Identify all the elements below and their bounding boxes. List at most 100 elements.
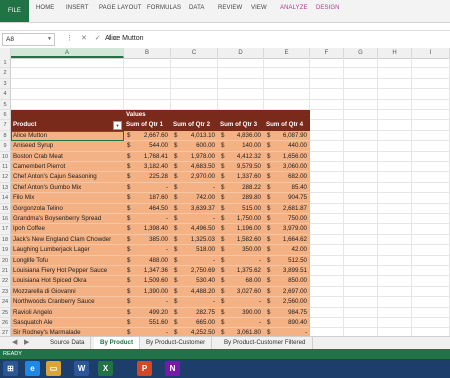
product-cell[interactable]: Northwoods Cranberry Sauce [11, 297, 124, 308]
cell[interactable] [171, 78, 218, 90]
value-cell[interactable]: $3,639.37 [171, 203, 218, 214]
cell[interactable] [344, 224, 378, 235]
value-cell[interactable]: $512.50 [264, 255, 310, 266]
sheet-tab-source-data[interactable]: Source Data [44, 337, 92, 349]
product-cell[interactable]: Aniseed Syrup [11, 141, 124, 152]
row-header[interactable]: 18 [0, 234, 11, 246]
product-cell[interactable]: Louisiana Fiery Hot Pepper Sauce [11, 266, 124, 277]
cell[interactable] [412, 328, 450, 336]
onenote-icon[interactable]: N [165, 361, 180, 376]
value-cell[interactable]: $ - [218, 297, 264, 308]
cell[interactable] [378, 245, 412, 256]
cell[interactable] [344, 255, 378, 266]
tab-formulas[interactable]: FORMULAS [147, 5, 181, 11]
cell[interactable] [310, 245, 344, 256]
cell[interactable] [344, 286, 378, 298]
value-cell[interactable]: $4,412.32 [218, 151, 264, 162]
cell[interactable] [264, 78, 310, 90]
product-cell[interactable]: Alice Mutton [11, 130, 124, 142]
value-cell[interactable]: $4,496.50 [171, 224, 218, 235]
value-cell[interactable]: $682.00 [264, 172, 310, 183]
value-cell[interactable]: $1,196.00 [218, 224, 264, 235]
cell[interactable] [310, 193, 344, 204]
cell[interactable] [344, 203, 378, 214]
cell[interactable] [264, 58, 310, 69]
cell[interactable] [378, 318, 412, 329]
value-cell[interactable]: $3,027.60 [218, 286, 264, 298]
row-header[interactable]: 1 [0, 58, 11, 69]
select-all-corner[interactable] [0, 48, 11, 58]
cell[interactable] [310, 203, 344, 214]
value-cell[interactable]: $984.75 [264, 307, 310, 318]
word-icon[interactable]: W [74, 361, 89, 376]
value-cell[interactable]: $390.00 [218, 307, 264, 318]
cell[interactable] [344, 110, 378, 121]
folder-icon[interactable]: ▭ [46, 361, 61, 376]
tab-insert[interactable]: INSERT [66, 5, 89, 11]
cell[interactable] [412, 286, 450, 298]
value-cell[interactable]: $1,656.00 [264, 151, 310, 162]
cell[interactable] [378, 120, 412, 131]
cell[interactable] [412, 151, 450, 162]
cell[interactable] [344, 245, 378, 256]
name-box[interactable]: A8 ▼ [2, 33, 55, 46]
value-cell[interactable]: $289.80 [218, 193, 264, 204]
cell[interactable] [412, 214, 450, 225]
value-cell[interactable]: $1,337.60 [218, 172, 264, 183]
value-cell[interactable]: $140.00 [218, 141, 264, 152]
row-header[interactable]: 5 [0, 99, 11, 110]
cell[interactable] [310, 318, 344, 329]
value-cell[interactable]: $665.00 [171, 318, 218, 329]
value-cell[interactable]: $3,979.00 [264, 224, 310, 235]
row-header[interactable]: 10 [0, 151, 11, 162]
product-cell[interactable]: Filo Mix [11, 193, 124, 204]
column-header-e[interactable]: E [264, 48, 310, 58]
cell[interactable] [378, 68, 412, 79]
cell[interactable] [11, 89, 124, 100]
value-cell[interactable]: $1,347.36 [124, 266, 171, 277]
product-cell[interactable]: Mozzarella di Giovanni [11, 286, 124, 298]
cell[interactable] [124, 99, 171, 110]
value-cell[interactable]: $ - [171, 214, 218, 225]
cell[interactable] [171, 110, 218, 121]
cell[interactable] [264, 110, 310, 121]
cell[interactable] [344, 318, 378, 329]
value-cell[interactable]: $225.28 [124, 172, 171, 183]
cell[interactable] [310, 182, 344, 194]
value-cell[interactable]: $1,978.00 [171, 151, 218, 162]
prev-sheet-icon[interactable]: ◀ [12, 338, 17, 346]
cell[interactable] [412, 141, 450, 152]
cell[interactable] [344, 182, 378, 194]
cell[interactable] [412, 120, 450, 131]
value-cell[interactable]: $1,390.00 [124, 286, 171, 298]
row-header[interactable]: 6 [0, 110, 11, 121]
cell[interactable] [412, 130, 450, 142]
product-cell[interactable]: Chef Anton's Cajun Seasoning [11, 172, 124, 183]
product-cell[interactable]: Sasquatch Ale [11, 318, 124, 329]
sheet-tab-by-product-customer-filtered[interactable]: By Product-Customer Filtered [218, 337, 313, 349]
row-header[interactable]: 19 [0, 245, 11, 256]
cell[interactable] [378, 162, 412, 173]
value-cell[interactable]: $ - [124, 328, 171, 336]
cell[interactable] [344, 193, 378, 204]
value-cell[interactable]: $3,060.00 [264, 162, 310, 173]
value-cell[interactable]: $9,579.50 [218, 162, 264, 173]
tab-home[interactable]: HOME [36, 5, 54, 11]
ie-icon[interactable]: e [25, 361, 40, 376]
tab-file[interactable]: FILE [0, 0, 29, 22]
cell[interactable] [310, 68, 344, 79]
cell[interactable] [218, 89, 264, 100]
row-header[interactable]: 16 [0, 214, 11, 225]
worksheet-grid[interactable]: A B C D E F G H I 1 2 3 4 5 6 Values 7 Product ▼ S… [0, 48, 450, 336]
value-cell[interactable]: $2,697.00 [264, 286, 310, 298]
tab-review[interactable]: REVIEW [218, 5, 242, 11]
value-cell[interactable]: $ - [171, 182, 218, 194]
cell[interactable] [412, 110, 450, 121]
value-cell[interactable]: $3,899.51 [264, 266, 310, 277]
cell[interactable] [218, 68, 264, 79]
cell[interactable] [378, 89, 412, 100]
value-cell[interactable]: $42.00 [264, 245, 310, 256]
cell[interactable] [412, 58, 450, 69]
cell[interactable] [344, 172, 378, 183]
row-header[interactable]: 13 [0, 182, 11, 194]
